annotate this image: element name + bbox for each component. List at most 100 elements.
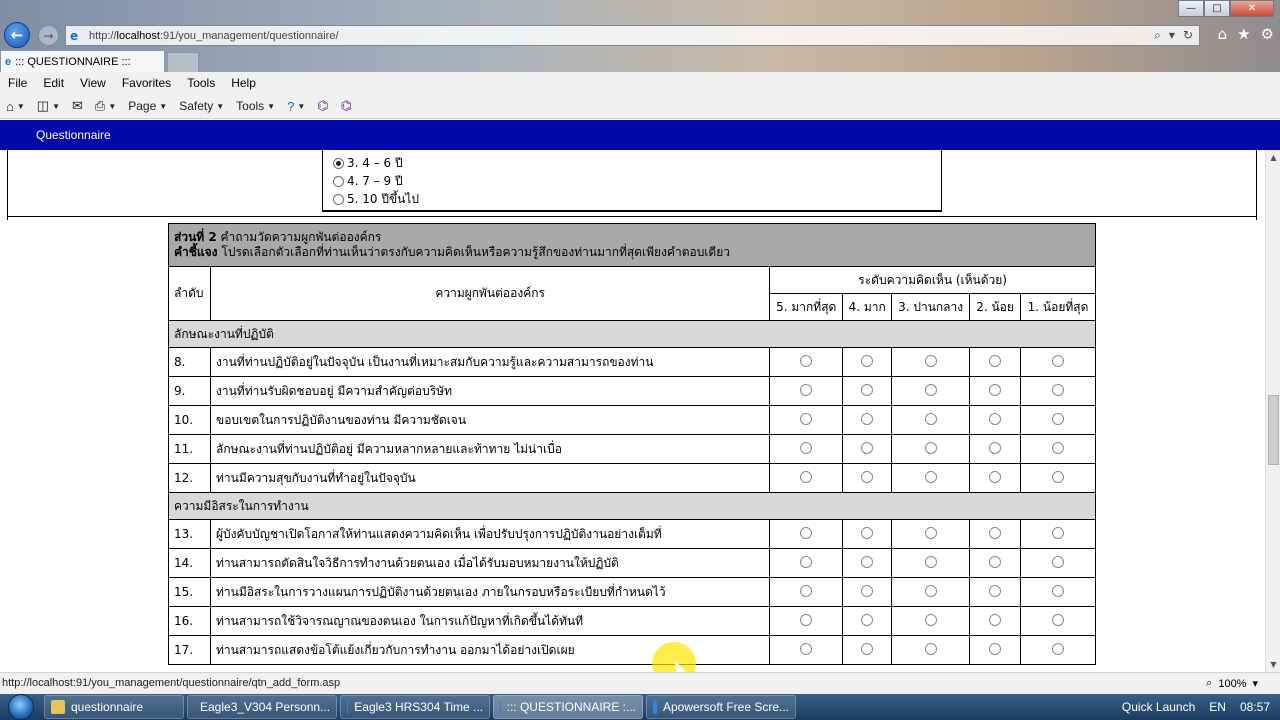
rating-cell[interactable] bbox=[891, 405, 971, 435]
rating-radio-4[interactable] bbox=[861, 470, 874, 483]
rating-cell[interactable] bbox=[1020, 405, 1096, 435]
rating-cell[interactable] bbox=[842, 577, 893, 607]
rating-cell[interactable] bbox=[842, 405, 893, 435]
rating-radio-2[interactable] bbox=[989, 526, 1002, 539]
rating-radio-1[interactable] bbox=[1052, 526, 1065, 539]
rating-cell[interactable] bbox=[842, 548, 893, 578]
rating-cell[interactable] bbox=[1020, 434, 1096, 464]
rating-cell[interactable] bbox=[842, 434, 893, 464]
rating-cell[interactable] bbox=[969, 548, 1022, 578]
radio-button[interactable] bbox=[333, 176, 344, 187]
home-command[interactable]: ⌂ ▼ bbox=[0, 99, 31, 114]
rating-cell[interactable] bbox=[769, 577, 844, 607]
rating-radio-4[interactable] bbox=[861, 354, 874, 367]
mail-command[interactable]: ✉ bbox=[66, 98, 89, 114]
rating-cell[interactable] bbox=[769, 606, 844, 636]
rating-cell[interactable] bbox=[769, 635, 844, 665]
quick-launch[interactable]: Quick Launch bbox=[1122, 700, 1195, 714]
rating-radio-4[interactable] bbox=[861, 584, 874, 597]
rating-cell[interactable] bbox=[769, 519, 844, 549]
rating-cell[interactable] bbox=[842, 376, 893, 406]
address-bar[interactable]: e http://localhost:91/you_management/que… bbox=[65, 25, 1200, 46]
rating-radio-2[interactable] bbox=[989, 441, 1002, 454]
rating-radio-3[interactable] bbox=[924, 470, 937, 483]
close-button[interactable]: ✕ bbox=[1230, 0, 1274, 17]
rating-radio-1[interactable] bbox=[1052, 354, 1065, 367]
rating-radio-2[interactable] bbox=[989, 613, 1002, 626]
rating-radio-4[interactable] bbox=[861, 555, 874, 568]
menu-file[interactable]: File bbox=[0, 76, 35, 90]
scroll-thumb[interactable] bbox=[1268, 395, 1279, 465]
rating-radio-3[interactable] bbox=[924, 354, 937, 367]
refresh-icon[interactable]: ↻ bbox=[1183, 28, 1193, 43]
start-button[interactable] bbox=[8, 694, 34, 720]
rating-cell[interactable] bbox=[1020, 376, 1096, 406]
rating-cell[interactable] bbox=[1020, 347, 1096, 377]
rating-radio-2[interactable] bbox=[989, 354, 1002, 367]
url-text[interactable]: http://localhost:91/you_management/quest… bbox=[89, 30, 1154, 42]
radio-button[interactable] bbox=[333, 158, 344, 169]
favorites-star-icon[interactable]: ★ bbox=[1237, 25, 1250, 43]
option-item[interactable]: 3. 4 – 6 ปี bbox=[333, 154, 403, 173]
rating-radio-5[interactable] bbox=[800, 354, 813, 367]
rating-radio-1[interactable] bbox=[1052, 470, 1065, 483]
rating-radio-5[interactable] bbox=[800, 642, 813, 655]
menu-tools[interactable]: Tools bbox=[179, 76, 223, 90]
rating-cell[interactable] bbox=[969, 405, 1022, 435]
rating-cell[interactable] bbox=[891, 519, 971, 549]
rating-cell[interactable] bbox=[1020, 606, 1096, 636]
rating-radio-3[interactable] bbox=[924, 441, 937, 454]
rating-radio-2[interactable] bbox=[989, 412, 1002, 425]
help-command[interactable]: ? ▼ bbox=[281, 99, 311, 114]
rating-cell[interactable] bbox=[1020, 463, 1096, 493]
rating-cell[interactable] bbox=[891, 376, 971, 406]
safety-menu[interactable]: Safety ▼ bbox=[173, 99, 230, 113]
rating-radio-5[interactable] bbox=[800, 412, 813, 425]
zoom-dropdown-icon[interactable]: ▾ bbox=[1252, 677, 1258, 690]
tools-menu[interactable]: Tools ▼ bbox=[230, 99, 281, 113]
rating-cell[interactable] bbox=[842, 606, 893, 636]
rating-cell[interactable] bbox=[1020, 519, 1096, 549]
rating-cell[interactable] bbox=[891, 548, 971, 578]
rating-radio-3[interactable] bbox=[924, 642, 937, 655]
scroll-up-arrow-icon[interactable]: ▲ bbox=[1266, 150, 1280, 165]
rating-radio-4[interactable] bbox=[861, 642, 874, 655]
maximize-button[interactable]: □ bbox=[1204, 0, 1230, 17]
forward-button[interactable]: → bbox=[38, 25, 59, 46]
rating-radio-2[interactable] bbox=[989, 642, 1002, 655]
rating-cell[interactable] bbox=[769, 405, 844, 435]
scroll-down-arrow-icon[interactable]: ▼ bbox=[1266, 657, 1280, 672]
option-item[interactable]: 5. 10 ปีขึ้นไป bbox=[333, 190, 419, 209]
rating-cell[interactable] bbox=[842, 463, 893, 493]
rating-radio-1[interactable] bbox=[1052, 584, 1065, 597]
rating-radio-2[interactable] bbox=[989, 470, 1002, 483]
zoom-control[interactable]: ⌕ 100% ▾ bbox=[1206, 677, 1258, 690]
rating-cell[interactable] bbox=[769, 463, 844, 493]
rating-cell[interactable] bbox=[1020, 577, 1096, 607]
rating-cell[interactable] bbox=[769, 434, 844, 464]
taskbar-item[interactable]: Apowersoft Free Scre... bbox=[646, 695, 796, 719]
rating-cell[interactable] bbox=[769, 347, 844, 377]
rating-radio-4[interactable] bbox=[861, 383, 874, 396]
rating-radio-4[interactable] bbox=[861, 412, 874, 425]
rating-radio-1[interactable] bbox=[1052, 412, 1065, 425]
new-tab-button[interactable] bbox=[167, 52, 199, 72]
rating-radio-3[interactable] bbox=[924, 526, 937, 539]
rating-radio-3[interactable] bbox=[924, 584, 937, 597]
rating-radio-5[interactable] bbox=[800, 584, 813, 597]
taskbar-item[interactable]: questionnaire bbox=[44, 695, 184, 719]
language-indicator[interactable]: EN bbox=[1209, 700, 1226, 714]
taskbar-item[interactable]: ::: QUESTIONNAIRE :... bbox=[493, 695, 643, 719]
rating-cell[interactable] bbox=[969, 635, 1022, 665]
rating-radio-4[interactable] bbox=[861, 441, 874, 454]
rating-radio-5[interactable] bbox=[800, 441, 813, 454]
rating-radio-5[interactable] bbox=[800, 555, 813, 568]
radio-button[interactable] bbox=[333, 194, 344, 205]
rating-radio-1[interactable] bbox=[1052, 441, 1065, 454]
rating-cell[interactable] bbox=[891, 463, 971, 493]
rating-cell[interactable] bbox=[842, 519, 893, 549]
rating-cell[interactable] bbox=[969, 606, 1022, 636]
rating-cell[interactable] bbox=[842, 347, 893, 377]
rating-cell[interactable] bbox=[969, 347, 1022, 377]
app-header-title[interactable]: Questionnaire bbox=[36, 128, 111, 142]
